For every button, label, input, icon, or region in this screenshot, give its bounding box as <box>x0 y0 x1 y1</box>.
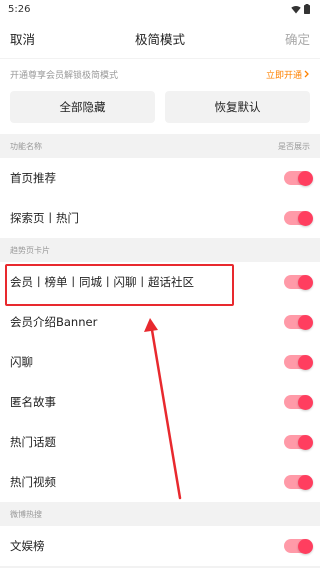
settings-row-label: 会员丨榜单丨同城丨闪聊丨超话社区 <box>10 275 194 289</box>
settings-row: 首页推荐 <box>0 158 320 198</box>
section-header: 趋势页卡片 <box>0 238 320 262</box>
visibility-toggle[interactable] <box>284 354 313 370</box>
settings-row: 热门话题 <box>0 422 320 462</box>
section-title: 功能名称 <box>10 141 42 151</box>
restore-default-button[interactable]: 恢复默认 <box>165 91 310 123</box>
toggle-knob <box>298 538 313 554</box>
visibility-toggle[interactable] <box>284 274 313 290</box>
settings-row-label: 首页推荐 <box>10 171 56 185</box>
status-icons <box>291 4 310 14</box>
settings-row-label: 热门视频 <box>10 475 56 489</box>
settings-row-label: 匿名故事 <box>10 395 56 409</box>
section-right-label: 是否展示 <box>278 141 310 151</box>
visibility-toggle[interactable] <box>284 434 313 450</box>
promo-banner: 开通尊享会员解锁极简模式 立即开通 <box>0 59 320 89</box>
wifi-icon <box>291 5 301 13</box>
toggle-knob <box>298 354 313 370</box>
toggle-knob <box>298 170 313 186</box>
settings-row: 会员介绍Banner <box>0 302 320 342</box>
settings-row-label: 会员介绍Banner <box>10 315 98 329</box>
battery-icon <box>304 4 310 14</box>
settings-row-label: 热门话题 <box>10 435 56 449</box>
hide-all-button[interactable]: 全部隐藏 <box>10 91 155 123</box>
visibility-toggle[interactable] <box>284 474 313 490</box>
settings-row: 匿名故事 <box>0 382 320 422</box>
toggle-knob <box>298 314 313 330</box>
toggle-knob <box>298 274 313 290</box>
confirm-button[interactable]: 确定 <box>285 29 310 48</box>
nav-bar: 取消 极简模式 确定 <box>0 18 320 58</box>
section-header: 微博热搜 <box>0 502 320 526</box>
page-title: 极简模式 <box>134 31 185 47</box>
toggle-knob <box>298 394 313 410</box>
promo-text: 开通尊享会员解锁极简模式 <box>10 70 119 81</box>
status-bar: 5:26 <box>0 0 320 18</box>
section-title: 趋势页卡片 <box>10 245 50 255</box>
settings-row-label: 探索页丨热门 <box>10 211 79 225</box>
open-membership-label: 立即开通 <box>265 70 302 81</box>
settings-row-label: 文娱榜 <box>10 539 45 553</box>
chevron-right-icon <box>304 70 309 78</box>
toggle-knob <box>298 210 313 226</box>
settings-row-label: 闪聊 <box>10 355 33 369</box>
open-membership-link[interactable]: 立即开通 <box>266 68 310 81</box>
settings-row: 探索页丨热门 <box>0 198 320 238</box>
settings-list: 功能名称 是否展示首页推荐探索页丨热门趋势页卡片会员丨榜单丨同城丨闪聊丨超话社区会… <box>0 134 320 566</box>
settings-row: 文娱榜 <box>0 526 320 566</box>
status-time: 5:26 <box>8 3 31 15</box>
settings-row: 闪聊 <box>0 342 320 382</box>
settings-row: 会员丨榜单丨同城丨闪聊丨超话社区 <box>0 262 320 302</box>
section-header: 功能名称 是否展示 <box>0 134 320 158</box>
settings-row: 热门视频 <box>0 462 320 502</box>
toggle-knob <box>298 474 313 490</box>
visibility-toggle[interactable] <box>284 538 313 554</box>
visibility-toggle[interactable] <box>284 170 313 186</box>
action-buttons: 全部隐藏 恢复默认 <box>0 89 320 134</box>
visibility-toggle[interactable] <box>284 394 313 410</box>
section-title: 微博热搜 <box>10 509 42 519</box>
cancel-button[interactable]: 取消 <box>10 29 35 48</box>
visibility-toggle[interactable] <box>284 314 313 330</box>
visibility-toggle[interactable] <box>284 210 313 226</box>
toggle-knob <box>298 434 313 450</box>
